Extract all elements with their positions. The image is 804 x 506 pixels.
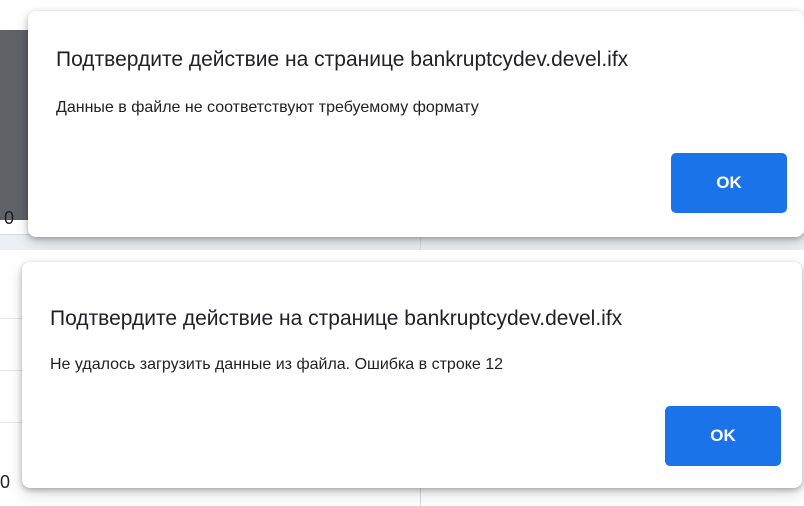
dialog-title: Подтвердите действие на странице bankrup… <box>56 48 629 71</box>
ok-button[interactable]: OK <box>671 153 787 213</box>
background-divider <box>0 422 22 423</box>
error-dialog: Подтвердите действие на странице bankrup… <box>22 262 802 488</box>
background-page-sidebar <box>0 30 28 220</box>
dialog-message: Данные в файле не соответствуют требуемо… <box>56 99 479 116</box>
screenshot-panel-bottom: 0 Подтвердите действие на странице bankr… <box>0 250 804 506</box>
ok-button[interactable]: OK <box>665 406 781 466</box>
dialog-title: Подтвердите действие на странице bankrup… <box>50 307 623 330</box>
background-divider <box>0 318 22 319</box>
background-divider <box>0 370 22 371</box>
screenshot: 0 Подтвердите действие на странице bankr… <box>0 0 804 506</box>
dialog-message: Не удалось загрузить данные из файла. Ош… <box>50 356 504 373</box>
background-divider <box>420 488 421 506</box>
screenshot-panel-top: 0 Подтвердите действие на странице bankr… <box>0 0 804 250</box>
background-page-text: 0 <box>4 208 15 228</box>
background-page-text: 0 <box>0 472 11 492</box>
confirm-dialog: Подтвердите действие на странице bankrup… <box>28 11 804 237</box>
